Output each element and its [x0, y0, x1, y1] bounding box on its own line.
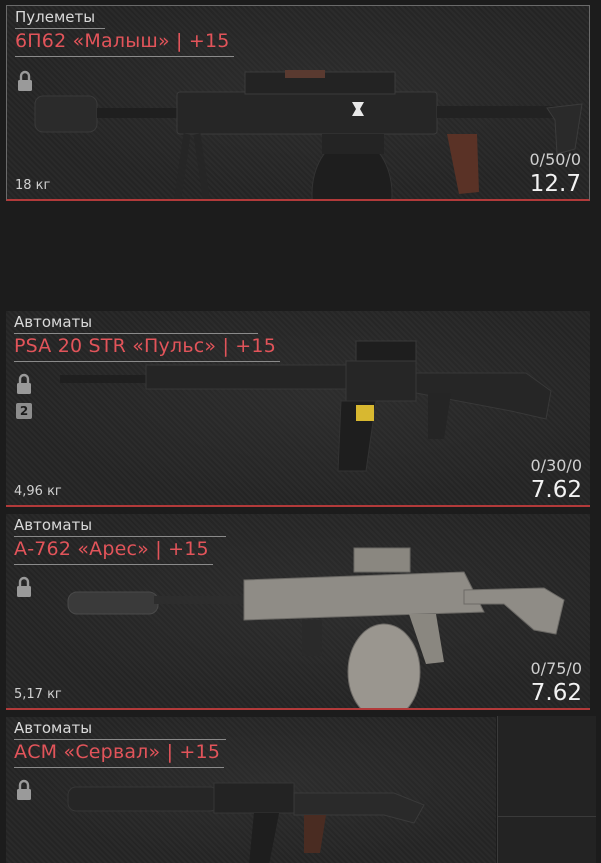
- weapon-list: Пулеметы 6П62 «Малыш» | +15 18 кг 0/50/0…: [0, 0, 601, 863]
- weapon-weight: 5,17 кг: [14, 687, 62, 702]
- weapon-card-psa20[interactable]: Автоматы PSA 20 STR «Пульс» | +15 2 4,96…: [6, 311, 590, 507]
- lock-icon: [17, 373, 31, 394]
- weapon-name: 6П62 «Малыш» | +15: [15, 30, 230, 52]
- weapon-ammo: 0/50/0: [529, 150, 582, 169]
- weapon-caliber: 7.62: [530, 680, 582, 706]
- lock-icon: [17, 576, 31, 597]
- category-underline: [14, 536, 226, 537]
- weapon-ammo: 0/75/0: [530, 659, 583, 678]
- side-panel-divider: [498, 816, 596, 817]
- category-underline: [15, 28, 105, 29]
- side-panel: [497, 716, 596, 863]
- weapon-weight: 4,96 кг: [14, 484, 62, 499]
- weapon-name: АСМ «Сервал» | +15: [14, 741, 221, 763]
- weapon-category: Пулеметы: [15, 8, 96, 26]
- name-underline: [15, 56, 234, 57]
- machine-gun-image: [34, 70, 583, 199]
- weapon-category: Автоматы: [14, 313, 93, 331]
- assault-rifle-image: [60, 340, 552, 472]
- drum-rifle-image: [67, 547, 565, 708]
- weapon-ammo: 0/30/0: [530, 456, 583, 475]
- compact-rifle-image: [67, 782, 425, 863]
- weapon-caliber: 7.62: [530, 477, 582, 503]
- lock-icon: [17, 779, 31, 800]
- slot-badge: 2: [16, 403, 32, 419]
- weapon-card-asm[interactable]: Автоматы АСМ «Сервал» | +15: [6, 717, 496, 863]
- weapon-card-a762[interactable]: Автоматы А-762 «Арес» | +15 5,17 кг 0/75…: [6, 514, 590, 710]
- category-underline: [14, 739, 226, 740]
- weapon-weight: 18 кг: [15, 178, 51, 193]
- weapon-caliber: 12.7: [529, 171, 581, 197]
- weapon-card-6p62[interactable]: Пулеметы 6П62 «Малыш» | +15 18 кг 0/50/0…: [6, 5, 590, 201]
- weapon-category: Автоматы: [14, 516, 93, 534]
- weapon-category: Автоматы: [14, 719, 93, 737]
